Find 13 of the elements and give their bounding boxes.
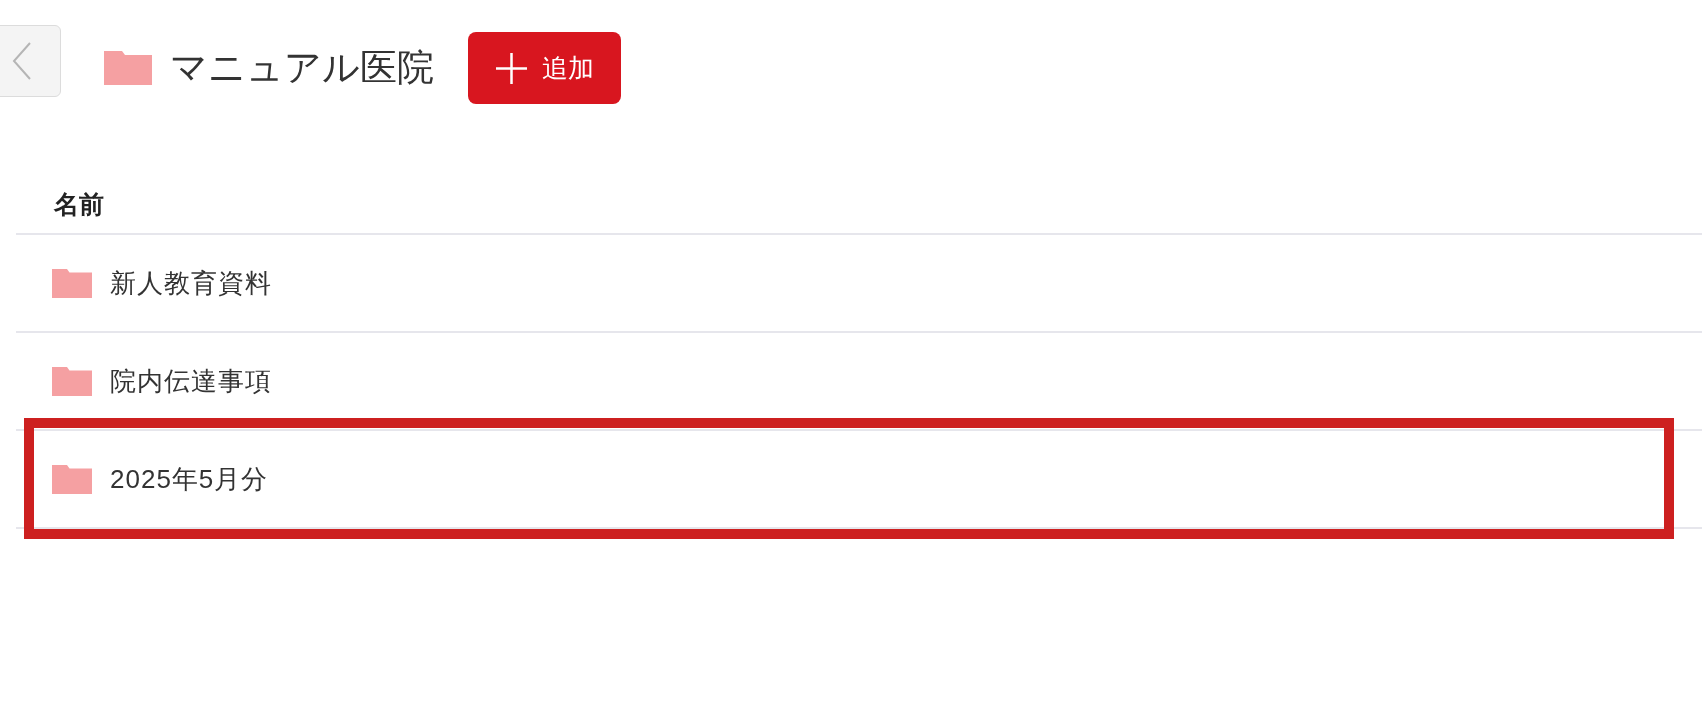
folder-icon — [52, 464, 92, 494]
chevron-left-icon — [12, 42, 32, 80]
folder-name[interactable]: 2025年5月分 — [110, 461, 269, 497]
page-title: マニュアル医院 — [170, 45, 434, 90]
folder-name[interactable]: 新人教育資料 — [110, 265, 272, 301]
folder-icon — [52, 268, 92, 298]
folder-name[interactable]: 院内伝達事項 — [110, 363, 272, 399]
add-button[interactable]: 追加 — [468, 32, 621, 104]
plus-icon — [496, 52, 527, 84]
folder-icon — [52, 366, 92, 396]
folder-icon — [104, 51, 152, 85]
column-header: 名前 — [54, 188, 104, 220]
back-button[interactable] — [0, 25, 61, 97]
